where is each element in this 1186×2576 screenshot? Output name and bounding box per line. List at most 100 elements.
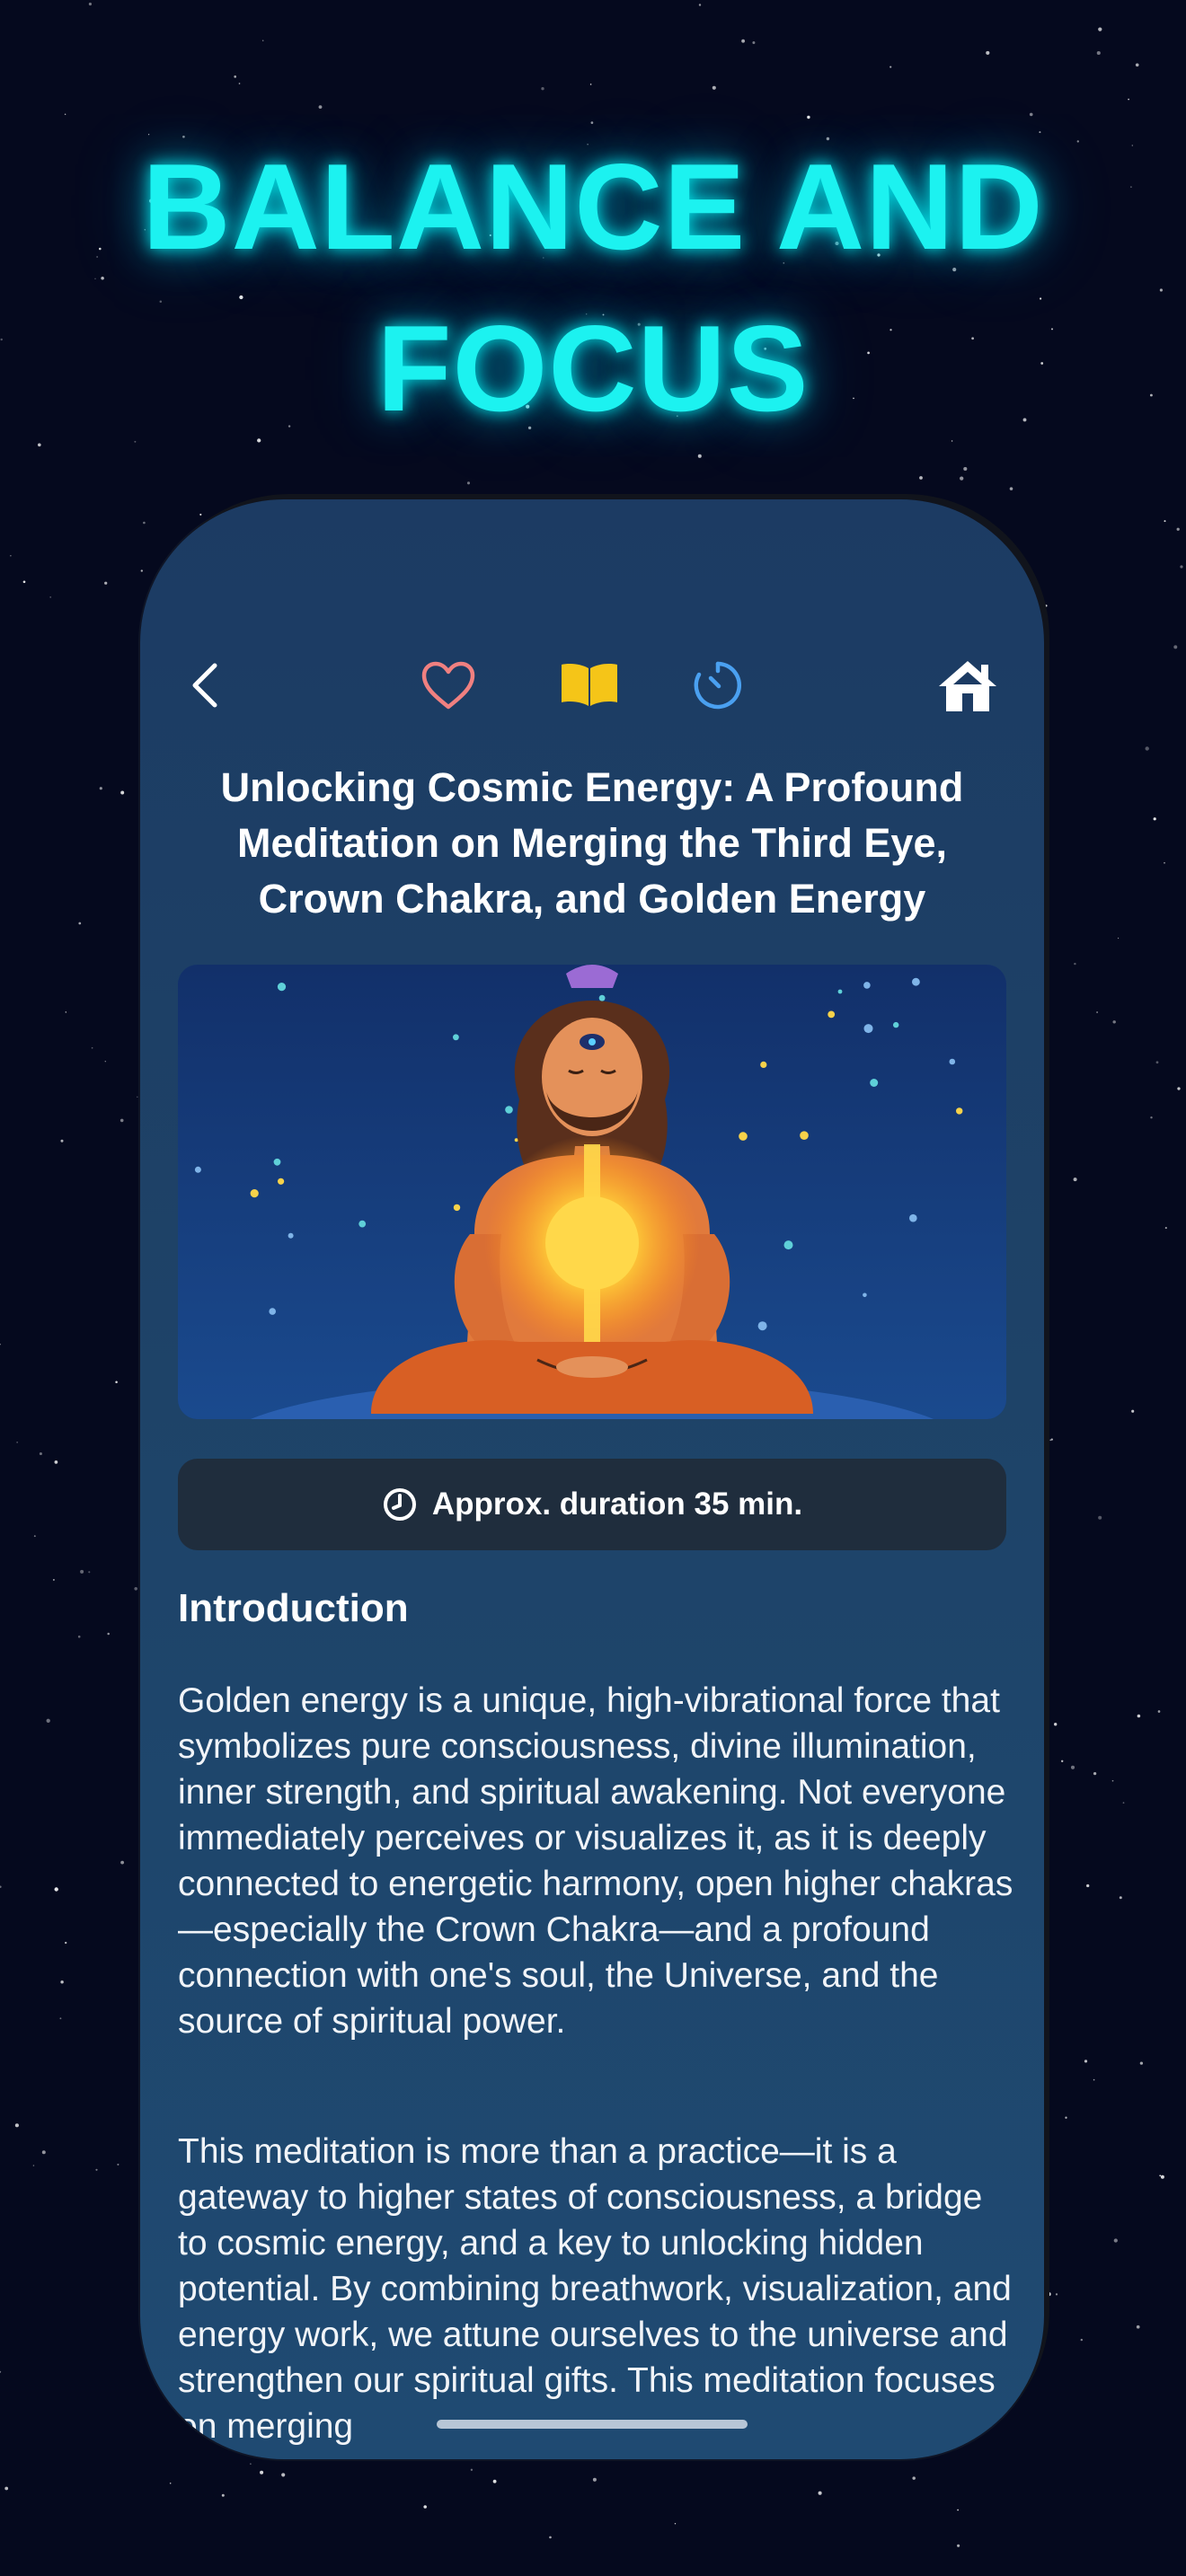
- star: [541, 87, 544, 91]
- star: [1139, 2061, 1144, 2065]
- star: [1136, 2325, 1140, 2329]
- favorite-button[interactable]: [415, 652, 482, 719]
- star: [54, 1887, 58, 1892]
- clock-icon: [383, 1488, 416, 1521]
- illustration-star: [909, 1213, 917, 1222]
- star: [957, 2509, 959, 2511]
- illustration-star: [783, 1240, 793, 1250]
- star: [1122, 1802, 1125, 1804]
- illustration-star: [358, 1220, 367, 1228]
- star: [39, 1451, 42, 1456]
- star: [698, 4, 702, 6]
- illustration-star: [194, 1166, 201, 1173]
- star: [470, 2468, 474, 2471]
- illustration-star: [893, 1021, 899, 1028]
- star: [1055, 2293, 1058, 2296]
- star: [423, 2505, 427, 2509]
- back-button[interactable]: [173, 652, 239, 719]
- star: [104, 581, 108, 585]
- illustration-star: [250, 1189, 259, 1198]
- star: [234, 75, 237, 78]
- home-icon: [939, 661, 996, 711]
- star: [466, 481, 471, 485]
- star: [52, 1578, 55, 1581]
- star: [912, 2476, 916, 2480]
- star: [78, 922, 82, 925]
- read-button[interactable]: [556, 652, 623, 719]
- star: [0, 1344, 1, 1345]
- star: [1111, 1779, 1114, 1782]
- star: [1160, 2175, 1164, 2179]
- illustration-star: [837, 989, 843, 994]
- star: [919, 476, 923, 480]
- star: [1098, 1515, 1102, 1520]
- star: [741, 39, 745, 43]
- star: [592, 2477, 597, 2482]
- star: [1113, 2238, 1118, 2243]
- star: [589, 84, 592, 85]
- star: [1157, 1710, 1161, 1713]
- star: [1176, 527, 1180, 531]
- star: [64, 113, 66, 116]
- star: [960, 476, 964, 481]
- star: [260, 2470, 264, 2475]
- star: [1177, 1087, 1181, 1090]
- star: [1164, 520, 1166, 523]
- star: [1155, 1061, 1159, 1064]
- star: [1093, 1771, 1097, 1776]
- star: [957, 2544, 960, 2547]
- star: [1153, 817, 1156, 821]
- star: [492, 2479, 497, 2483]
- star: [65, 1941, 67, 1945]
- timer-icon: [694, 661, 742, 710]
- star: [1073, 1178, 1077, 1182]
- star: [46, 1718, 50, 1723]
- star: [1164, 1227, 1167, 1230]
- star: [549, 2536, 552, 2539]
- star: [32, 2165, 35, 2166]
- star: [1061, 1760, 1064, 1762]
- star: [117, 2163, 119, 2166]
- star: [60, 1139, 64, 1142]
- star: [49, 595, 52, 598]
- star: [80, 1569, 84, 1574]
- phone-screen: Unlocking Cosmic Energy: A Profound Medi…: [140, 499, 1044, 2459]
- star: [10, 555, 12, 557]
- star: [120, 1860, 125, 1865]
- meditation-illustration: [178, 965, 1006, 1419]
- star: [818, 2491, 822, 2495]
- star: [59, 2017, 62, 2020]
- illustration-star: [739, 1132, 748, 1141]
- star: [1080, 2338, 1084, 2342]
- intro-paragraph-2: This meditation is more than a practice—…: [178, 2132, 1012, 2446]
- section-heading: Introduction: [178, 1586, 409, 1630]
- home-button[interactable]: [934, 652, 1001, 719]
- star: [262, 40, 264, 41]
- intro-paragraph-1: Golden energy is a unique, high-vibratio…: [178, 1681, 1013, 2041]
- headline-line-2: FOCUS: [376, 300, 810, 437]
- home-indicator[interactable]: [437, 2420, 748, 2429]
- illustration-star: [453, 1034, 459, 1041]
- star: [221, 2493, 225, 2497]
- star: [1065, 2116, 1067, 2119]
- star: [1119, 1896, 1122, 1900]
- star: [119, 1118, 124, 1123]
- star: [1074, 962, 1076, 966]
- star: [33, 1535, 36, 1538]
- star: [1096, 1011, 1099, 1013]
- illustration-star: [760, 1061, 767, 1068]
- timer-button[interactable]: [685, 652, 751, 719]
- headline: BALANCE AND FOCUS: [0, 126, 1186, 449]
- star: [1164, 861, 1165, 864]
- illustration-star: [288, 1232, 294, 1239]
- star: [1131, 1409, 1135, 1413]
- illustration-star: [514, 1138, 518, 1142]
- star: [1070, 1765, 1075, 1769]
- illustration-star: [828, 1010, 836, 1019]
- star: [1029, 112, 1033, 117]
- star: [134, 1587, 137, 1591]
- headline-line-1: BALANCE AND: [142, 138, 1044, 275]
- star: [318, 105, 323, 110]
- star: [1118, 937, 1120, 940]
- star: [890, 66, 892, 68]
